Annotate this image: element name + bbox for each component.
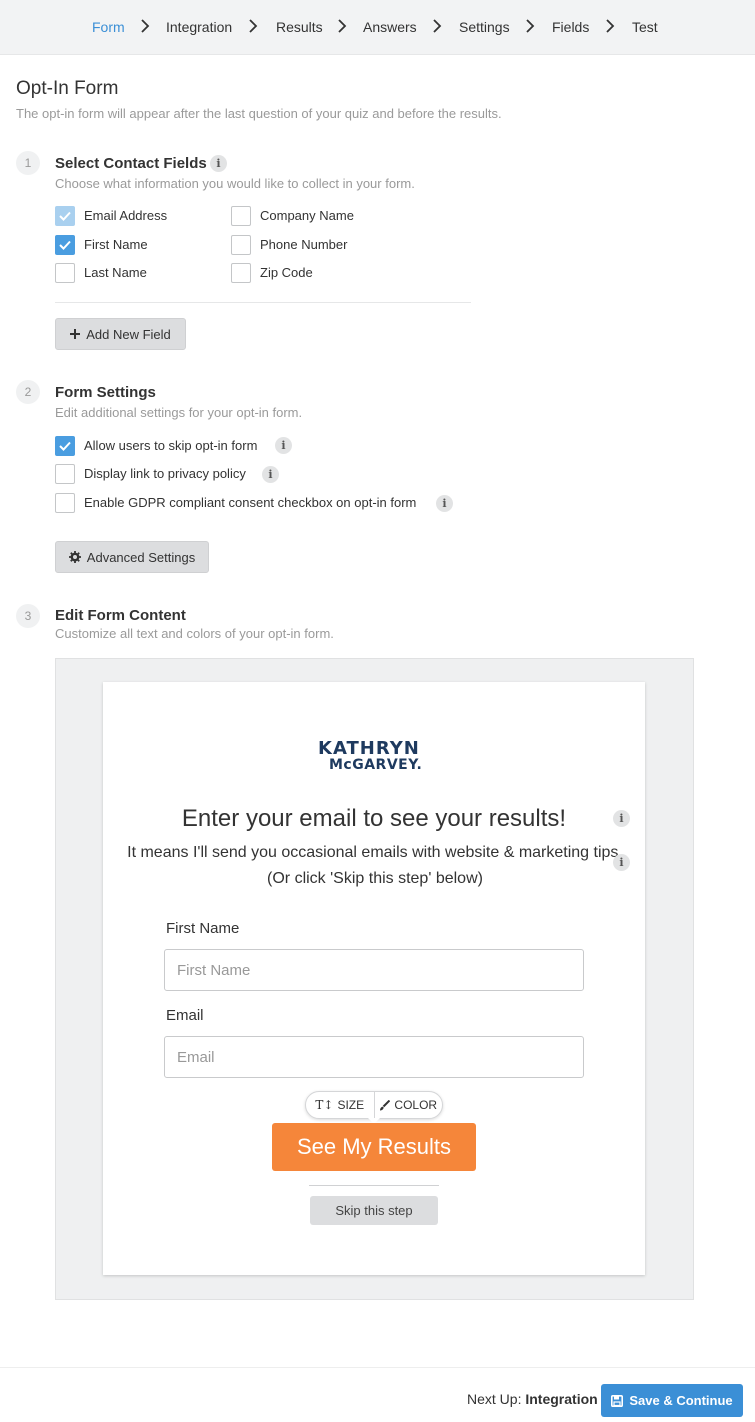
next-up-prefix: Next Up: xyxy=(467,1391,522,1407)
step-number: 3 xyxy=(16,604,40,628)
step-number: 1 xyxy=(16,151,40,175)
checkbox-label: Email Address xyxy=(84,208,168,223)
section-subtitle-form-settings: Edit additional settings for your opt-in… xyxy=(55,405,303,420)
section-subtitle-contact-fields: Choose what information you would like t… xyxy=(55,176,415,191)
info-icon[interactable]: i xyxy=(275,437,292,454)
checkbox-label: Last Name xyxy=(84,265,147,280)
divider xyxy=(55,302,471,303)
text-size-icon: T↕ xyxy=(315,1098,334,1112)
text-format-toolbar: T↕ SIZE COLOR xyxy=(305,1091,443,1119)
size-label: SIZE xyxy=(337,1098,365,1112)
info-icon[interactable]: i xyxy=(210,155,227,172)
brand-logo[interactable]: KATHRYN McGARVEY. xyxy=(318,738,430,773)
nav-step-form[interactable]: Form xyxy=(92,19,125,35)
checkbox-unchecked[interactable] xyxy=(231,206,251,226)
logo-line-2: McGARVEY. xyxy=(329,757,423,773)
step-number: 2 xyxy=(16,380,40,404)
button-label: Advanced Settings xyxy=(86,549,196,565)
preview-headline[interactable]: Enter your email to see your results! xyxy=(103,805,645,833)
button-label: Save & Continue xyxy=(629,1393,733,1408)
email-label[interactable]: Email xyxy=(166,1007,204,1024)
page-title: Opt-In Form xyxy=(16,78,119,99)
see-my-results-button[interactable]: See My Results xyxy=(272,1123,476,1171)
save-and-continue-button[interactable]: Save & Continue xyxy=(601,1384,743,1417)
nav-step-fields[interactable]: Fields xyxy=(552,19,589,35)
nav-step-test[interactable]: Test xyxy=(632,19,658,35)
progress-nav: Form Integration Results Answers Setting… xyxy=(0,0,755,55)
add-new-field-button[interactable]: Add New Field xyxy=(55,318,186,350)
checkbox-label: Enable GDPR compliant consent checkbox o… xyxy=(84,495,417,510)
chevron-right-icon xyxy=(141,19,150,33)
checkbox-checked[interactable] xyxy=(55,235,75,255)
checkbox-unchecked[interactable] xyxy=(231,263,251,283)
checkbox-checked[interactable] xyxy=(55,436,75,456)
skip-this-step-button[interactable]: Skip this step xyxy=(310,1196,438,1225)
gear-icon xyxy=(68,551,81,563)
paintbrush-icon xyxy=(380,1099,391,1110)
color-button[interactable]: COLOR xyxy=(373,1092,443,1118)
checkbox-label: Allow users to skip opt-in form xyxy=(84,438,258,453)
info-icon[interactable]: i xyxy=(613,810,630,827)
checkbox-label: Zip Code xyxy=(260,265,313,280)
checkbox-label: Company Name xyxy=(260,208,354,223)
next-up-target: Integration xyxy=(525,1391,598,1407)
color-label: COLOR xyxy=(394,1098,438,1112)
info-icon[interactable]: i xyxy=(436,495,453,512)
checkbox-unchecked[interactable] xyxy=(55,263,75,283)
checkbox-label: Phone Number xyxy=(260,237,348,252)
first-name-input[interactable] xyxy=(164,949,584,991)
size-button[interactable]: T↕ SIZE xyxy=(306,1092,374,1118)
checkbox-label: Display link to privacy policy xyxy=(84,466,246,481)
plus-icon xyxy=(70,329,81,339)
section-title-contact-fields: Select Contact Fields xyxy=(55,155,207,172)
nav-step-answers[interactable]: Answers xyxy=(363,19,417,35)
footer-divider xyxy=(0,1367,755,1368)
email-input[interactable] xyxy=(164,1036,584,1078)
chevron-right-icon xyxy=(338,19,347,33)
nav-step-results[interactable]: Results xyxy=(276,19,323,35)
chevron-right-icon xyxy=(606,19,615,33)
advanced-settings-button[interactable]: Advanced Settings xyxy=(55,541,209,573)
logo-line-1: KATHRYN xyxy=(318,738,420,759)
info-icon[interactable]: i xyxy=(262,466,279,483)
preview-body-text[interactable]: It means I'll send you occasional emails… xyxy=(120,840,630,892)
checkbox-label: First Name xyxy=(84,237,148,252)
info-icon[interactable]: i xyxy=(613,854,630,871)
chevron-right-icon xyxy=(249,19,258,33)
chevron-right-icon xyxy=(433,19,442,33)
page-subtitle: The opt-in form will appear after the la… xyxy=(16,106,502,121)
next-up-text: Next Up: Integration xyxy=(467,1391,598,1407)
chevron-right-icon xyxy=(526,19,535,33)
section-title-form-settings: Form Settings xyxy=(55,384,156,401)
first-name-label[interactable]: First Name xyxy=(166,920,239,937)
checkbox-checked[interactable] xyxy=(55,206,75,226)
nav-step-integration[interactable]: Integration xyxy=(166,19,232,35)
checkbox-unchecked[interactable] xyxy=(55,464,75,484)
section-subtitle-form-content: Customize all text and colors of your op… xyxy=(55,626,334,641)
section-title-form-content: Edit Form Content xyxy=(55,607,186,624)
button-label: Add New Field xyxy=(86,326,171,342)
divider xyxy=(309,1185,439,1186)
save-disk-icon xyxy=(611,1394,624,1407)
checkbox-unchecked[interactable] xyxy=(231,235,251,255)
checkbox-unchecked[interactable] xyxy=(55,493,75,513)
nav-step-settings[interactable]: Settings xyxy=(459,19,510,35)
